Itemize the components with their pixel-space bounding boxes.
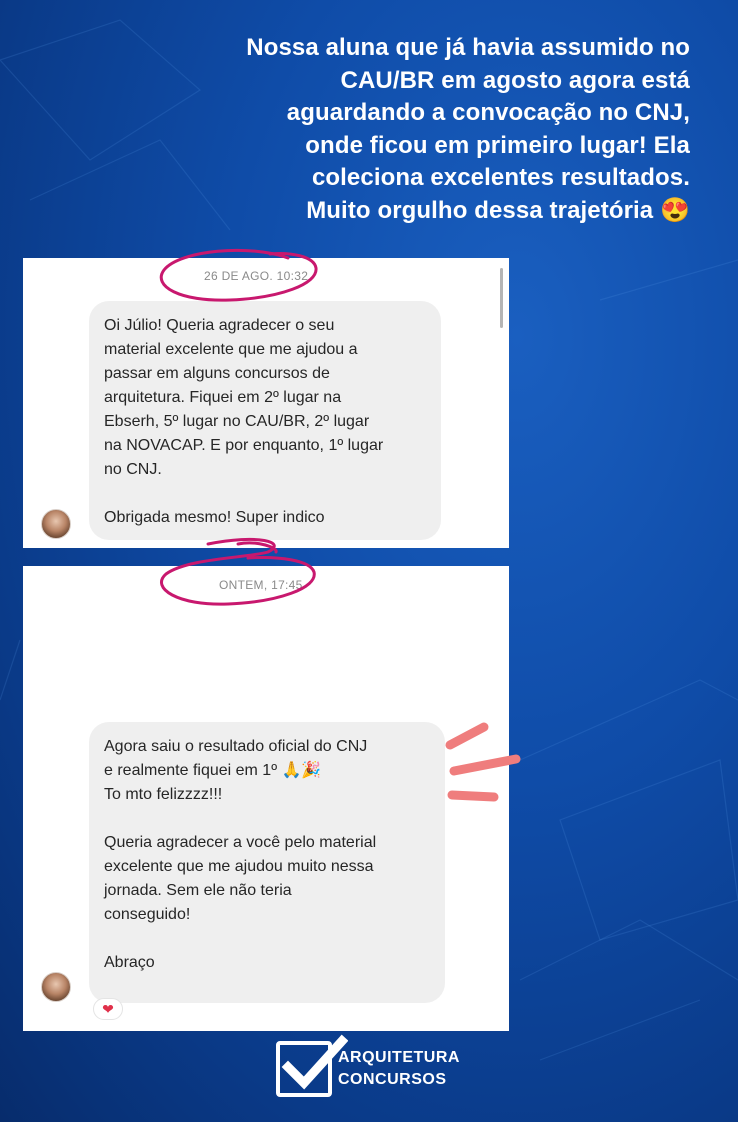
headline-line: coleciona excelentes resultados. [311,164,690,191]
message-timestamp: ONTEM, 17:45 [219,578,303,592]
chat-screenshot-2: ONTEM, 17:45 Agora saiu o resultado ofic… [23,566,509,1031]
headline-line: Muito orgulho dessa trajetória 😍 [306,196,690,224]
brand-name-line2: CONCURSOS [338,1071,447,1088]
brand-name-line1: ARQUITETURA [338,1049,460,1066]
chat-screenshot-1: 26 DE AGO. 10:32 Oi Júlio! Queria agrade… [23,258,509,548]
message-text: Oi Júlio! Queria agradecer o seu materia… [104,317,384,478]
message-text: Abraço [104,954,155,971]
scrollbar[interactable] [500,268,503,328]
heart-reaction-icon[interactable]: ❤ [93,998,123,1020]
headline-line: CAU/BR em agosto agora está [340,66,690,94]
message-text: Agora saiu o resultado oficial do CNJ e … [104,738,368,803]
headline-line: aguardando a convocação no CNJ, [286,99,690,126]
message-bubble[interactable]: Agora saiu o resultado oficial do CNJ e … [89,722,445,1003]
headline-line: Nossa aluna que já havia assumido no [246,34,690,61]
brand-logo: ARQUITETURA CONCURSOS [276,1034,476,1098]
message-bubble[interactable]: Oi Júlio! Queria agradecer o seu materia… [89,301,441,540]
message-text: Obrigada mesmo! Super indico [104,509,325,526]
checkbox-logo-icon [276,1034,348,1097]
message-timestamp: 26 DE AGO. 10:32 [204,269,309,283]
headline-text: Nossa aluna que já havia assumido no CAU… [170,32,690,227]
avatar[interactable] [41,972,71,1002]
avatar[interactable] [41,509,71,539]
message-text: Queria agradecer a você pelo material ex… [104,834,377,923]
headline-line: onde ficou em primeiro lugar! Ela [305,131,690,159]
